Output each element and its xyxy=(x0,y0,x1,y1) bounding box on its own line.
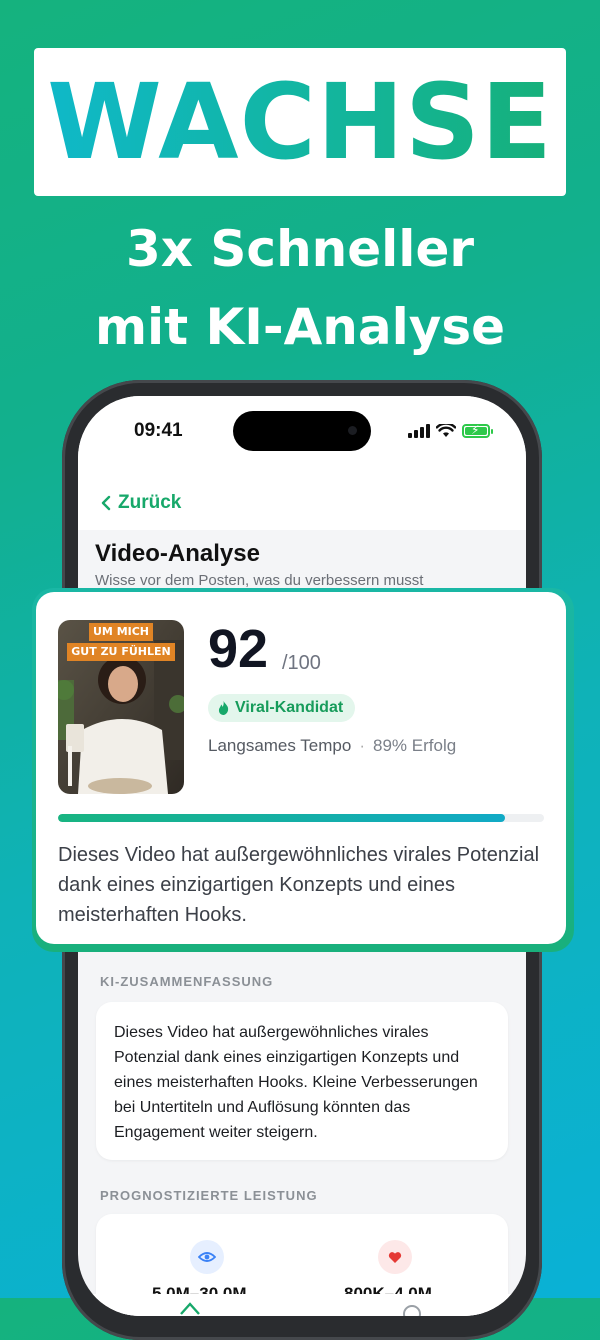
badge-label: Viral-Kandidat xyxy=(235,699,344,716)
analysis-card-inner: UM MICH GUT ZU FÜHLEN 92 /100 Viral-Kand… xyxy=(36,592,566,944)
score-progress-bar xyxy=(58,814,544,822)
analysis-description: Dieses Video hat außergewöhnliches viral… xyxy=(58,844,540,926)
likes-metric-icon xyxy=(378,1240,412,1274)
status-time: 09:41 xyxy=(134,420,183,441)
heart-icon xyxy=(388,1251,402,1263)
summary-section-label: KI-ZUSAMMENFASSUNG xyxy=(100,974,274,989)
pace-label: Langsames Tempo xyxy=(208,736,352,755)
video-thumbnail[interactable]: UM MICH GUT ZU FÜHLEN xyxy=(58,620,184,794)
score-max: /100 xyxy=(282,652,321,674)
eye-icon xyxy=(198,1252,216,1262)
thumbnail-caption-line2: GUT ZU FÜHLEN xyxy=(67,643,175,661)
success-rate: 89% Erfolg xyxy=(373,736,457,755)
chevron-left-icon xyxy=(101,495,111,511)
page-title: Video-Analyse xyxy=(95,540,260,567)
summary-text: Dieses Video hat außergewöhnliches viral… xyxy=(114,1024,478,1141)
wifi-icon xyxy=(436,424,456,437)
performance-section-label: PROGNOSTIZIERTE LEISTUNG xyxy=(100,1188,318,1203)
tab-bar xyxy=(78,1294,526,1316)
back-button[interactable]: Zurück xyxy=(100,492,181,514)
thumbnail-caption: UM MICH GUT ZU FÜHLEN xyxy=(58,622,184,662)
thumbnail-caption-line1: UM MICH xyxy=(88,623,154,641)
signal-icon xyxy=(408,424,430,438)
analysis-meta: Langsames Tempo · 89% Erfolg xyxy=(208,736,457,755)
hero-subtitle-line1: 3x Schneller xyxy=(125,220,475,278)
viral-candidate-badge: Viral-Kandidat xyxy=(208,694,356,722)
analysis-card: UM MICH GUT ZU FÜHLEN 92 /100 Viral-Kand… xyxy=(32,588,574,952)
hero-headline: WACHSE xyxy=(47,61,553,183)
views-metric-icon xyxy=(190,1240,224,1274)
battery-charging-icon: ⚡ xyxy=(462,423,493,438)
score-progress-fill xyxy=(58,814,506,822)
page-subtitle: Wisse vor dem Posten, was du verbessern … xyxy=(95,572,424,589)
flame-icon xyxy=(218,701,229,715)
home-tab-icon[interactable] xyxy=(178,1300,202,1316)
viral-score: 92 xyxy=(208,619,269,679)
dynamic-island xyxy=(233,411,371,451)
settings-tab-icon[interactable] xyxy=(400,1302,424,1316)
back-label: Zurück xyxy=(118,492,182,513)
hero-headline-box: WACHSE xyxy=(34,48,566,196)
summary-card: Dieses Video hat außergewöhnliches viral… xyxy=(96,1002,508,1160)
hero-subtitle-line2: mit KI-Analyse xyxy=(94,298,506,356)
system-icons: ⚡ xyxy=(408,423,493,438)
